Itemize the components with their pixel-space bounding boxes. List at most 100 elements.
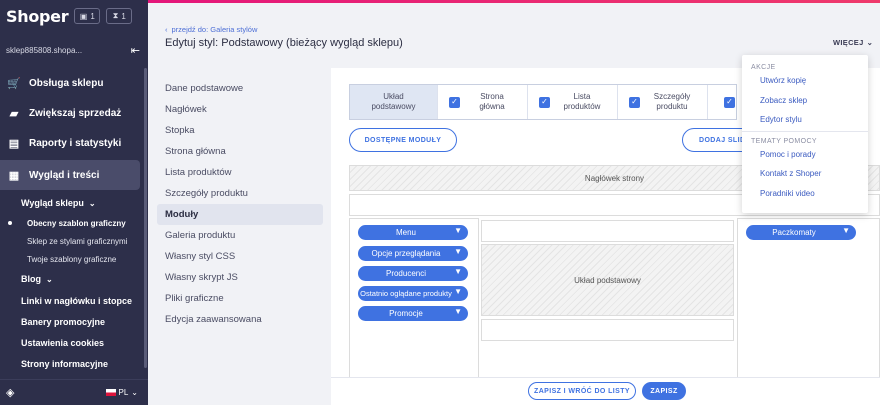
checkbox-checked-icon[interactable]: ✓	[629, 96, 640, 108]
tab-strona-glowna[interactable]: ✓ Strona główna	[438, 85, 528, 119]
tab-label: Strona główna	[479, 92, 505, 111]
help-contact[interactable]: Kontakt z Shoper	[742, 164, 868, 184]
sidebar-link-cookies[interactable]: Ustawienia cookies	[0, 332, 148, 353]
save-button[interactable]: ZAPISZ	[642, 382, 686, 400]
back-link[interactable]: ‹ przejdź do: Galeria stylów	[165, 25, 257, 34]
help-video[interactable]: Poradniki video	[742, 184, 868, 204]
shop-name[interactable]: sklep885808.shopa...	[6, 46, 82, 55]
right-column[interactable]	[737, 218, 880, 378]
menu-item-galeria[interactable]: Galeria produktu	[157, 225, 323, 246]
menu-item-edycja[interactable]: Edycja zaawansowana	[157, 309, 323, 330]
chevron-down-icon[interactable]: ▼	[454, 287, 462, 296]
nav-zwiekszaj-sprzedaz[interactable]: ▰ Zwiększaj sprzedaż	[0, 98, 148, 128]
action-view-shop[interactable]: Zobacz sklep	[742, 91, 868, 111]
logo[interactable]: Shoper	[6, 7, 69, 26]
checkbox-checked-icon[interactable]: ✓	[724, 96, 735, 108]
module-label: Menu	[395, 228, 416, 237]
module-menu[interactable]: Menu ▼	[358, 225, 468, 240]
more-label: WIĘCEJ	[833, 38, 864, 47]
tab-lista-produktow[interactable]: ✓ Lista produktów	[528, 85, 618, 119]
flag-icon	[105, 389, 116, 396]
collapse-sidebar-icon[interactable]: ⇤	[131, 44, 140, 57]
layers-icon[interactable]: ◈	[6, 386, 14, 399]
module-label: Paczkomaty	[772, 228, 816, 237]
sub-item-twoje-szablony[interactable]: Twoje szablony graficzne	[0, 250, 148, 268]
menu-item-lista-produktow[interactable]: Lista produktów	[157, 162, 323, 183]
chevron-left-icon: ‹	[165, 25, 168, 34]
nav-obsluga-sklepu[interactable]: 🛒 Obsługa sklepu	[0, 68, 148, 98]
chevron-down-icon[interactable]: ▼	[454, 307, 462, 316]
checkbox-checked-icon[interactable]: ✓	[539, 96, 550, 108]
menu-item-moduly[interactable]: Moduły	[157, 204, 323, 225]
more-button[interactable]: WIĘCEJ ⌄	[833, 38, 873, 47]
hourglass-badge-count: 1	[121, 11, 126, 21]
layout-icon: ▦	[8, 169, 20, 182]
nav-wyglad-i-tresci[interactable]: ▦ Wygląd i treści	[0, 160, 140, 190]
checkbox-checked-icon[interactable]: ✓	[449, 96, 460, 108]
menu-item-css[interactable]: Własny styl CSS	[157, 246, 323, 267]
module-opcje[interactable]: Opcje przeglądania ▼	[358, 246, 468, 261]
action-create-copy[interactable]: Utwórz kopię	[742, 71, 868, 91]
module-producenci[interactable]: Producenci ▼	[358, 266, 468, 281]
menu-item-strona-glowna[interactable]: Strona główna	[157, 141, 323, 162]
module-label: Ostatnio oglądane produkty	[360, 289, 452, 298]
sidebar-bottom: ◈ PL ⌄	[0, 379, 148, 405]
sidebar-link-banery[interactable]: Banery promocyjne	[0, 311, 148, 332]
sidebar-scrollbar[interactable]	[144, 68, 147, 368]
module-ostatnio[interactable]: Ostatnio oglądane produkty ▼	[358, 286, 468, 301]
tab-label: Szczegóły produktu	[653, 92, 691, 111]
hourglass-icon: ⧗	[112, 11, 119, 20]
module-label: Producenci	[385, 269, 427, 278]
module-paczkomaty[interactable]: Paczkomaty ▼	[746, 225, 856, 240]
help-tips[interactable]: Pomoc i porady	[742, 145, 868, 165]
chevron-down-icon: ⌄	[131, 388, 138, 397]
sub-head-label: Wygląd sklepu	[21, 198, 84, 208]
box-badge-count: 1	[90, 11, 95, 21]
settings-menu: Dane podstawowe Nagłówek Stopka Strona g…	[157, 78, 323, 330]
menu-item-dane[interactable]: Dane podstawowe	[157, 78, 323, 99]
center-main-block[interactable]: Układ podstawowy	[481, 244, 734, 316]
menu-item-stopka[interactable]: Stopka	[157, 120, 323, 141]
back-link-label: przejdź do: Galeria stylów	[171, 25, 258, 34]
top-accent-bar	[148, 0, 880, 3]
sidebar-link-strony[interactable]: Strony informacyjne	[0, 353, 148, 374]
sidebar: Shoper ▣ 1 ⧗ 1 sklep885808.shopa... ⇤ 🛒 …	[0, 0, 148, 405]
sub-item-sklep-ze-stylami[interactable]: Sklep ze stylami graficznymi	[0, 232, 148, 250]
menu-item-naglowek[interactable]: Nagłówek	[157, 99, 323, 120]
menu-item-szczegoly[interactable]: Szczegóły produktu	[157, 183, 323, 204]
box-icon: ▣	[79, 11, 88, 21]
nav-label: Obsługa sklepu	[29, 77, 104, 89]
nav-raporty[interactable]: ▤ Raporty i statystyki	[0, 128, 148, 158]
chevron-down-icon[interactable]: ▼	[842, 226, 850, 235]
page-title: Edytuj styl: Podstawowy (bieżący wygląd …	[165, 37, 403, 49]
chevron-down-icon[interactable]: ▼	[454, 226, 462, 235]
box-badge[interactable]: ▣ 1	[74, 8, 101, 24]
tab-uklad-podstawowy[interactable]: Układ podstawowy	[350, 85, 438, 119]
language-select[interactable]: PL ⌄	[105, 388, 138, 397]
chevron-down-icon: ⌄	[88, 198, 96, 208]
module-promocje[interactable]: Promocje ▼	[358, 306, 468, 321]
chevron-down-icon[interactable]: ▼	[454, 247, 462, 256]
sub-head-blog[interactable]: Blog ⌄	[0, 268, 148, 290]
sub-head-wyglad-sklepu[interactable]: Wygląd sklepu ⌄	[0, 192, 148, 214]
center-drop-zone-bottom[interactable]	[481, 319, 734, 341]
action-style-editor[interactable]: Edytor stylu	[742, 110, 868, 130]
report-icon: ▤	[8, 137, 20, 150]
hourglass-badge[interactable]: ⧗ 1	[106, 8, 133, 24]
save-and-back-button[interactable]: ZAPISZ I WRÓĆ DO LISTY	[528, 382, 636, 400]
sub-item-obecny-szablon[interactable]: Obecny szablon graficzny	[0, 214, 148, 232]
chevron-down-icon: ⌄	[866, 38, 874, 47]
menu-item-pliki[interactable]: Pliki graficzne	[157, 288, 323, 309]
chevron-down-icon[interactable]: ▼	[454, 267, 462, 276]
available-modules-button[interactable]: DOSTĘPNE MODUŁY	[349, 128, 457, 152]
cart-icon: 🛒	[7, 77, 21, 90]
center-drop-zone-top[interactable]	[481, 220, 734, 242]
nav-label: Raporty i statystyki	[29, 137, 122, 149]
sidebar-top: Shoper ▣ 1 ⧗ 1	[0, 0, 148, 32]
sidebar-link-linki[interactable]: Linki w nagłówku i stopce	[0, 290, 148, 311]
tab-extra[interactable]: ✓	[708, 85, 736, 119]
menu-item-js[interactable]: Własny skrypt JS	[157, 267, 323, 288]
module-label: Opcje przeglądania	[371, 249, 441, 258]
tab-szczegoly-produktu[interactable]: ✓ Szczegóły produktu	[618, 85, 708, 119]
dropdown-section-help: TEMATY POMOCY	[751, 137, 818, 145]
